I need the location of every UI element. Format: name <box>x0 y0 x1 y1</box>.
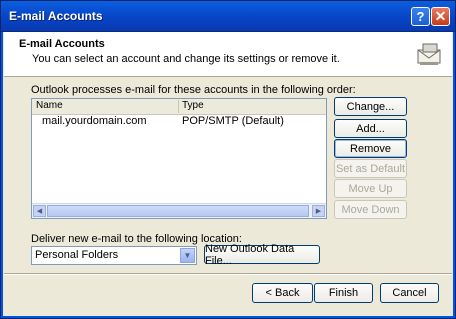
mail-accounts-icon <box>417 43 441 65</box>
column-name-header[interactable]: Name <box>36 100 63 111</box>
scroll-left-icon[interactable]: ◀ <box>33 205 46 217</box>
account-type: POP/SMTP (Default) <box>182 115 284 127</box>
change-button[interactable]: Change... <box>334 97 407 116</box>
back-button[interactable]: < Back <box>252 283 313 303</box>
move-down-button[interactable]: Move Down <box>334 200 407 219</box>
horizontal-scrollbar[interactable]: ◀ ▶ <box>32 203 326 218</box>
window-title: E-mail Accounts <box>9 9 103 23</box>
new-outlook-data-file-button[interactable]: New Outlook Data File... <box>204 243 320 267</box>
accounts-order-label: Outlook processes e-mail for these accou… <box>31 84 356 96</box>
set-as-default-button[interactable]: Set as Default <box>334 159 407 178</box>
header-subtitle: You can select an account and change its… <box>32 53 340 65</box>
help-button[interactable]: ? <box>411 7 430 26</box>
scroll-right-icon[interactable]: ▶ <box>312 205 325 217</box>
header-title: E-mail Accounts <box>19 38 105 50</box>
dialog-header: E-mail Accounts You can select an accoun… <box>4 32 452 77</box>
title-bar[interactable]: E-mail Accounts ? ✕ <box>1 1 455 32</box>
delivery-location-select[interactable]: Personal Folders ▼ <box>31 246 197 265</box>
list-header: Name Type <box>32 99 326 115</box>
close-icon: ✕ <box>434 8 447 24</box>
finish-button[interactable]: Finish <box>314 283 373 303</box>
scroll-thumb[interactable] <box>47 205 309 217</box>
list-item[interactable]: mail.yourdomain.com POP/SMTP (Default) <box>32 115 326 129</box>
accounts-list[interactable]: Name Type mail.yourdomain.com POP/SMTP (… <box>31 98 327 219</box>
add-button[interactable]: Add... <box>334 119 407 138</box>
delivery-location-value: Personal Folders <box>35 249 119 261</box>
dialog-content: Outlook processes e-mail for these accou… <box>4 77 452 273</box>
column-type-header[interactable]: Type <box>182 100 204 111</box>
help-icon: ? <box>416 9 425 24</box>
footer-divider-highlight <box>4 274 452 275</box>
chevron-down-icon[interactable]: ▼ <box>180 248 195 263</box>
column-divider[interactable] <box>178 100 179 113</box>
email-accounts-dialog: E-mail Accounts ? ✕ E-mail Accounts You … <box>0 0 456 319</box>
remove-button[interactable]: Remove <box>334 139 407 158</box>
move-up-button[interactable]: Move Up <box>334 179 407 198</box>
cancel-button[interactable]: Cancel <box>380 283 439 303</box>
close-button[interactable]: ✕ <box>431 7 450 26</box>
account-name: mail.yourdomain.com <box>42 115 147 127</box>
